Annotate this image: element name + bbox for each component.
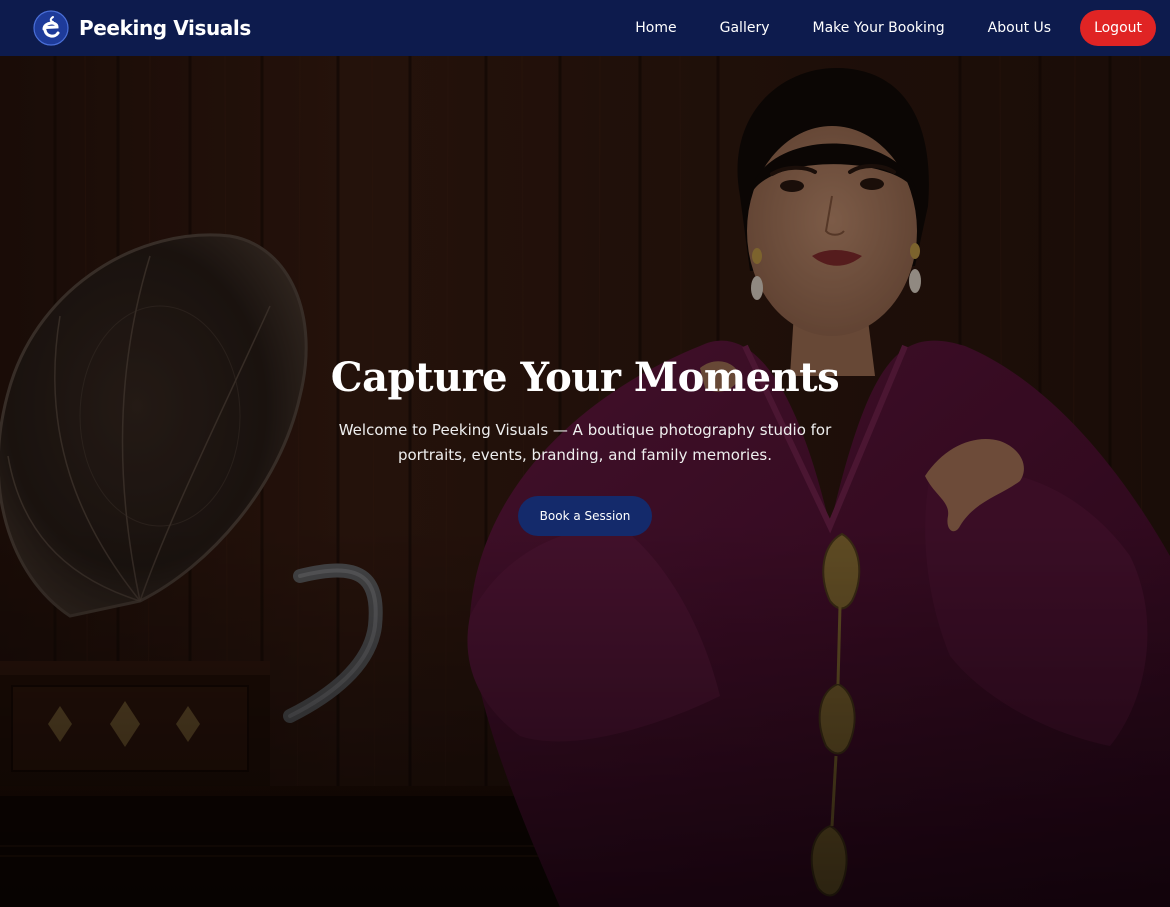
- peeking-visuals-logo-icon: [33, 10, 69, 46]
- nav-links: Home Gallery Make Your Booking About Us …: [635, 10, 1156, 46]
- brand-link[interactable]: Peeking Visuals: [33, 10, 251, 46]
- nav-link-make-your-booking[interactable]: Make Your Booking: [813, 20, 945, 36]
- nav-link-home[interactable]: Home: [635, 20, 676, 36]
- nav-link-gallery[interactable]: Gallery: [720, 20, 770, 36]
- hero-content: Capture Your Moments Welcome to Peeking …: [0, 354, 1170, 536]
- nav-link-about-us[interactable]: About Us: [988, 20, 1051, 36]
- hero-title: Capture Your Moments: [330, 354, 840, 401]
- hero-subtitle: Welcome to Peeking Visuals — A boutique …: [338, 421, 832, 464]
- brand-name: Peeking Visuals: [79, 16, 251, 40]
- hero-section: Capture Your Moments Welcome to Peeking …: [0, 56, 1170, 907]
- logout-button[interactable]: Logout: [1080, 10, 1156, 46]
- top-navbar: Peeking Visuals Home Gallery Make Your B…: [0, 0, 1170, 56]
- book-session-button[interactable]: Book a Session: [517, 496, 653, 536]
